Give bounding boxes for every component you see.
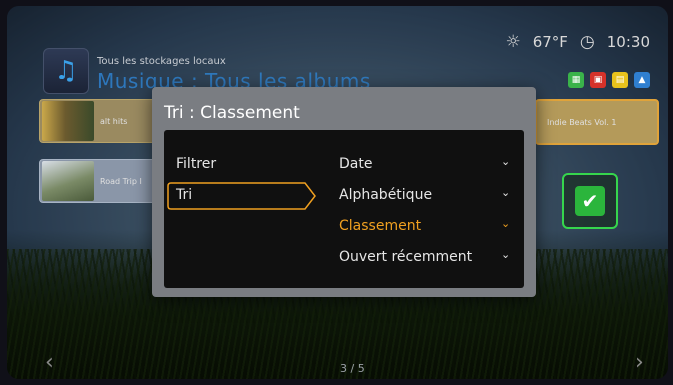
breadcrumb: Tous les stockages locaux <box>97 56 226 67</box>
next-page-arrow-icon[interactable]: › <box>635 350 644 375</box>
album-title: alt hits <box>100 116 128 126</box>
album-cover <box>42 161 94 201</box>
blue-up-button[interactable]: ▲ <box>634 72 650 88</box>
sort-dialog: Tri : Classement Filtrer Tri Date ⌄ Alph… <box>152 87 536 297</box>
album-title: Indie Beats Vol. 1 <box>547 117 617 127</box>
album-cover <box>42 101 94 141</box>
album-tile[interactable]: alt hits <box>39 99 161 143</box>
sort-option-ouvert-recemment[interactable]: Ouvert récemment <box>339 249 472 265</box>
sort-option-date[interactable]: Date <box>339 156 372 172</box>
red-square-button[interactable]: ▣ <box>590 72 606 88</box>
time: 10:30 <box>606 33 650 51</box>
album-tile[interactable]: Road Trip I <box>39 159 161 203</box>
chevron-down-icon: ⌄ <box>501 155 511 168</box>
yellow-list-button[interactable]: ▤ <box>612 72 628 88</box>
temperature: 67°F <box>532 33 568 51</box>
status-bar: ☼ 67°F ◷ 10:30 <box>505 32 650 52</box>
chevron-down-icon: ⌄ <box>501 248 511 261</box>
confirm-button[interactable]: ✔ <box>562 173 618 229</box>
sort-option-classement[interactable]: Classement <box>339 218 421 234</box>
dialog-body: Filtrer Tri Date ⌄ Alphabétique ⌄ Classe… <box>164 130 524 288</box>
menu-item-tri[interactable]: Tri <box>176 187 192 203</box>
checkmark-icon: ✔ <box>575 186 605 216</box>
chevron-down-icon: ⌄ <box>501 217 511 230</box>
album-tile-focused[interactable]: Indie Beats Vol. 1 <box>535 99 659 145</box>
sort-option-alphabetique[interactable]: Alphabétique <box>339 187 432 203</box>
clock-icon: ◷ <box>579 32 595 52</box>
green-grid-button[interactable]: ▦ <box>568 72 584 88</box>
color-buttons: ▦ ▣ ▤ ▲ <box>568 72 650 88</box>
music-note-icon: ♫ <box>43 48 89 94</box>
partly-cloudy-icon: ☼ <box>505 32 521 52</box>
album-title: Road Trip I <box>100 176 142 186</box>
chevron-down-icon: ⌄ <box>501 186 511 199</box>
prev-page-arrow-icon[interactable]: ‹ <box>45 350 54 375</box>
menu-item-filtrer[interactable]: Filtrer <box>176 156 216 172</box>
page-indicator: 3 / 5 <box>340 362 365 375</box>
dialog-title: Tri : Classement <box>164 103 300 123</box>
